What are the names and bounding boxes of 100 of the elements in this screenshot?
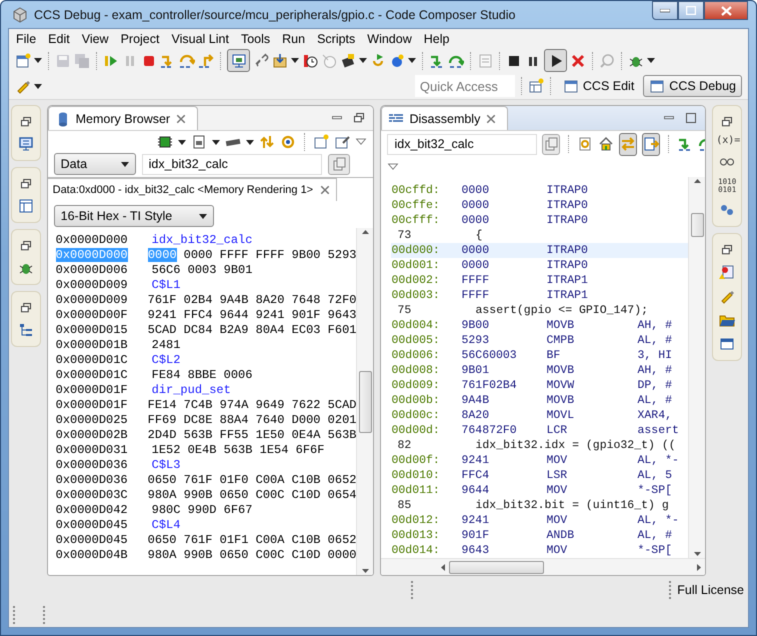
rendering-tab[interactable]: Data:0xd000 - idx_bit32_calc <Memory Rendering 1> bbox=[48, 178, 338, 201]
refresh-icon[interactable] bbox=[280, 134, 296, 150]
scroll-left-icon[interactable] bbox=[441, 564, 446, 570]
step-return-icon[interactable] bbox=[198, 52, 214, 68]
caret-icon[interactable] bbox=[212, 140, 220, 144]
disassembly-row[interactable]: 00cffe: 0000 ITRAP0 bbox=[391, 198, 688, 213]
caret-icon[interactable] bbox=[647, 58, 655, 63]
disassembly-row[interactable]: 00d003: FFFF ITRAP1 bbox=[391, 288, 688, 303]
restart-icon[interactable] bbox=[370, 52, 386, 68]
connect-toggle[interactable] bbox=[227, 49, 250, 72]
close-button[interactable] bbox=[704, 1, 748, 20]
monitor-icon[interactable] bbox=[18, 136, 34, 152]
scroll-down-icon[interactable] bbox=[694, 552, 701, 556]
restore-icon[interactable] bbox=[721, 244, 734, 256]
disassembly-row[interactable]: 00cfff: 0000 ITRAP0 bbox=[391, 213, 688, 228]
disassembly-row[interactable]: 00d006: 56C60003 BF 3, HI bbox=[391, 348, 688, 363]
close-icon[interactable] bbox=[319, 184, 332, 196]
source-row[interactable]: 73 { bbox=[391, 228, 688, 243]
disassembly-row[interactable]: 00d00f: 9241 MOV AL, *- bbox=[391, 453, 688, 468]
caret-icon[interactable] bbox=[178, 140, 186, 144]
perspective-button[interactable]: CCS Edit bbox=[556, 75, 640, 97]
restore-icon[interactable] bbox=[20, 178, 32, 190]
restore-icon[interactable] bbox=[721, 116, 734, 128]
address-field[interactable]: idx_bit32_calc bbox=[142, 154, 322, 174]
caret-icon[interactable] bbox=[291, 58, 299, 63]
disassembly-row[interactable]: 00d002: FFFF ITRAP1 bbox=[391, 273, 688, 288]
maximize-button[interactable] bbox=[678, 1, 704, 20]
variables-label[interactable]: (x)= bbox=[716, 136, 738, 146]
disassembly-row[interactable]: 00d013: 901F ANDB AL, # bbox=[391, 528, 688, 543]
quick-access-field[interactable]: Quick Access bbox=[414, 75, 515, 97]
scroll-down-icon[interactable] bbox=[362, 569, 369, 573]
menu-item[interactable]: File bbox=[11, 32, 44, 46]
load-icon[interactable] bbox=[272, 52, 288, 68]
source-row[interactable]: 75 assert(gpio <= GPIO_147); bbox=[391, 303, 688, 318]
scroll-thumb[interactable] bbox=[358, 370, 372, 432]
disassembly-row[interactable]: 00d011: 9644 MOV *-SP[ bbox=[391, 483, 688, 498]
pen-icon[interactable] bbox=[15, 78, 31, 94]
menu-item[interactable]: Help bbox=[418, 32, 456, 46]
disassembly-row[interactable]: 00d00b: 9A4B MOVB AL, # bbox=[391, 393, 688, 408]
vertical-scrollbar[interactable] bbox=[356, 228, 374, 575]
restore-icon[interactable] bbox=[20, 302, 32, 314]
restore-icon[interactable] bbox=[20, 240, 32, 252]
pin-icon[interactable] bbox=[334, 134, 350, 150]
chain-icon[interactable] bbox=[253, 52, 269, 68]
caret-icon[interactable] bbox=[34, 84, 42, 88]
layout-icon[interactable] bbox=[18, 198, 34, 214]
source-row[interactable]: 85 idx_bit32.bit = (uint16_t) g bbox=[391, 498, 688, 513]
disassembly-row[interactable]: 00d008: 9B01 MOVB AH, # bbox=[391, 363, 688, 378]
new-rendering-icon[interactable] bbox=[313, 134, 330, 150]
chip-icon[interactable] bbox=[340, 52, 356, 68]
caret-icon[interactable] bbox=[408, 58, 416, 63]
link-toggle[interactable] bbox=[619, 132, 638, 156]
disassembly-row[interactable]: 00d004: 9B00 MOVB AH, # bbox=[391, 318, 688, 333]
scroll-thumb[interactable] bbox=[690, 213, 704, 237]
ball-icon[interactable] bbox=[389, 52, 405, 68]
menu-item[interactable]: Run bbox=[277, 32, 312, 46]
restore-icon[interactable] bbox=[353, 112, 366, 124]
perspective-button[interactable]: CCS Debug bbox=[643, 75, 742, 97]
restore-icon[interactable] bbox=[20, 116, 32, 128]
disassembly-row[interactable]: 00d001: 0000 ITRAP0 bbox=[391, 258, 688, 273]
disassembly-row[interactable]: 00d010: FFC4 LSR AL, 5 bbox=[391, 468, 688, 483]
address-field[interactable]: idx_bit32_calc bbox=[387, 134, 538, 154]
breakpoint-icon[interactable] bbox=[719, 264, 736, 280]
menu-item[interactable]: Tools bbox=[236, 32, 278, 46]
disassembly-row[interactable]: 00d005: 5293 CMPB AL, # bbox=[391, 333, 688, 348]
menu-item[interactable]: Window bbox=[362, 32, 419, 46]
go-button[interactable] bbox=[328, 154, 350, 174]
disassembly-row[interactable]: 00d014: 9643 MOV *-SP[ bbox=[391, 543, 688, 558]
dots-icon[interactable] bbox=[719, 202, 736, 218]
close-icon[interactable] bbox=[175, 112, 188, 124]
memory-card-icon[interactable] bbox=[191, 134, 208, 150]
minimize-button[interactable] bbox=[652, 1, 678, 20]
view-tab[interactable]: Disassembly bbox=[381, 106, 508, 130]
scroll-up-icon[interactable] bbox=[694, 179, 701, 183]
menu-item[interactable]: Project bbox=[116, 32, 166, 46]
sync-document-icon[interactable] bbox=[577, 136, 594, 152]
home-icon[interactable] bbox=[598, 136, 614, 152]
disassembly-row[interactable]: 00d00d: 764872F0 LCR assert bbox=[391, 423, 688, 438]
disassembly-row[interactable]: 00d000: 0000 ITRAP0 bbox=[391, 243, 688, 258]
caret-icon[interactable] bbox=[246, 140, 254, 144]
vertical-scrollbar[interactable] bbox=[688, 177, 706, 558]
source-toggle[interactable] bbox=[642, 132, 660, 156]
run-toggle[interactable] bbox=[544, 49, 567, 72]
open-perspective-icon[interactable] bbox=[528, 78, 544, 94]
disassembly-row[interactable]: 00d009: 761F02B4 MOVW DP, # bbox=[391, 378, 688, 393]
view-tab[interactable]: Memory Browser bbox=[48, 106, 198, 130]
pen-icon[interactable] bbox=[719, 288, 736, 304]
caret-icon[interactable] bbox=[34, 58, 42, 63]
source-row[interactable]: 82 idx_bit32.idx = (gpio32_t) (( bbox=[391, 438, 688, 453]
menu-item[interactable]: Scripts bbox=[312, 32, 362, 46]
memory-space-dropdown[interactable]: Data bbox=[54, 153, 136, 175]
breakpoint-clock-icon[interactable] bbox=[302, 52, 318, 68]
menu-item[interactable]: View bbox=[76, 32, 116, 46]
format-dropdown[interactable]: 16-Bit Hex - TI Style bbox=[54, 205, 214, 227]
caret-icon[interactable] bbox=[198, 214, 207, 218]
scroll-thumb[interactable] bbox=[449, 560, 544, 574]
horizontal-scrollbar[interactable] bbox=[381, 558, 706, 575]
menu-item[interactable]: Visual Lint bbox=[166, 32, 236, 46]
step-over-icon[interactable] bbox=[179, 52, 195, 68]
scroll-up-icon[interactable] bbox=[362, 230, 369, 234]
